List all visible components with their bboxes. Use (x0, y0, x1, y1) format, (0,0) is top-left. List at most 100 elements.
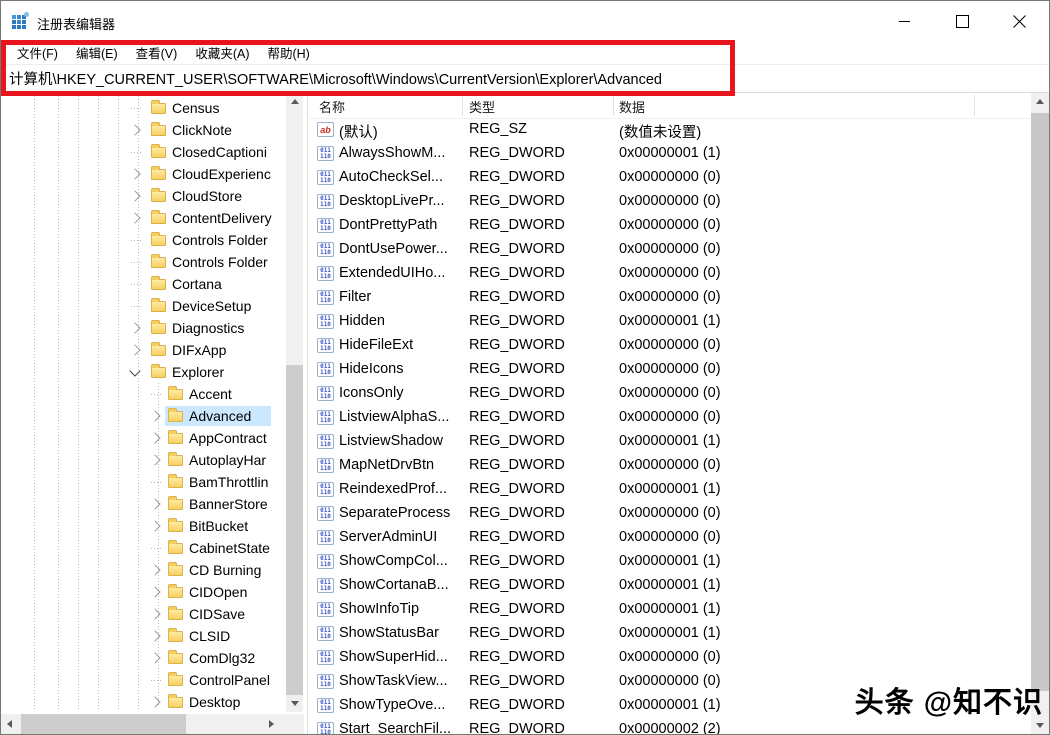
value-name[interactable]: ShowInfoTip (339, 601, 419, 617)
value-name[interactable]: ShowTaskView... (339, 673, 448, 689)
value-name[interactable]: ExtendedUIHo... (339, 265, 445, 281)
tree-item[interactable]: CloudStore (1, 185, 284, 207)
column-separator[interactable] (974, 95, 975, 116)
tree-item[interactable]: BamThrottlin (1, 471, 284, 493)
value-name[interactable]: HideFileExt (339, 337, 413, 353)
registry-value-row[interactable]: ServerAdminUI REG_DWORD 0x00000000 (0) (310, 526, 1031, 550)
tree-item[interactable]: CLSID (1, 625, 284, 647)
minimize-button[interactable] (881, 1, 927, 41)
registry-value-row[interactable]: DesktopLivePr... REG_DWORD 0x00000000 (0) (310, 190, 1031, 214)
expand-arrow-icon[interactable] (129, 190, 141, 202)
scroll-up-button[interactable] (286, 93, 303, 110)
tree-item-label[interactable]: CloudStore (172, 188, 242, 204)
tree-item[interactable]: Accent (1, 383, 284, 405)
tree-vertical-scrollbar[interactable] (286, 93, 303, 712)
registry-value-row[interactable]: ExtendedUIHo... REG_DWORD 0x00000000 (0) (310, 262, 1031, 286)
scroll-right-button[interactable] (263, 715, 280, 732)
registry-value-row[interactable]: DontUsePower... REG_DWORD 0x00000000 (0) (310, 238, 1031, 262)
menu-edit[interactable]: 编辑(E) (67, 43, 127, 62)
tree-item-label[interactable]: CIDSave (189, 606, 245, 622)
value-name[interactable]: DontUsePower... (339, 241, 448, 257)
value-name[interactable]: SeparateProcess (339, 505, 450, 521)
tree-item[interactable]: Cortana (1, 273, 284, 295)
tree-hscrollbar-thumb[interactable] (21, 714, 186, 734)
value-name[interactable]: ListviewAlphaS... (339, 409, 449, 425)
expand-arrow-icon[interactable] (149, 498, 161, 510)
tree-item-label[interactable]: Explorer (172, 364, 224, 380)
panel-divider[interactable] (307, 93, 308, 734)
tree-item-label[interactable]: Census (172, 100, 219, 116)
tree-item[interactable]: DeviceSetup (1, 295, 284, 317)
value-name[interactable]: Filter (339, 289, 371, 305)
tree-item-label[interactable]: BannerStore (189, 496, 268, 512)
tree-item[interactable]: CIDSave (1, 603, 284, 625)
tree-item-label[interactable]: Controls Folder (172, 232, 268, 248)
expand-arrow-icon[interactable] (149, 630, 161, 642)
column-separator[interactable] (613, 95, 614, 116)
registry-value-row[interactable]: ShowSuperHid... REG_DWORD 0x00000000 (0) (310, 646, 1031, 670)
address-bar[interactable]: 计算机\HKEY_CURRENT_USER\SOFTWARE\Microsoft… (1, 64, 1049, 93)
tree-item[interactable]: DIFxApp (1, 339, 284, 361)
registry-value-row[interactable]: ReindexedProf... REG_DWORD 0x00000001 (1) (310, 478, 1031, 502)
value-name[interactable]: DesktopLivePr... (339, 193, 445, 209)
tree-item[interactable]: CD Burning (1, 559, 284, 581)
expand-arrow-icon[interactable] (149, 696, 161, 708)
expand-arrow-icon[interactable] (129, 344, 141, 356)
tree-item[interactable]: Controls Folder (1, 229, 284, 251)
registry-value-row[interactable]: ShowCortanaB... REG_DWORD 0x00000001 (1) (310, 574, 1031, 598)
value-name[interactable]: ShowCortanaB... (339, 577, 449, 593)
close-button[interactable] (996, 1, 1042, 41)
tree-item[interactable]: ControlPanel (1, 669, 284, 691)
tree-scrollbar-thumb[interactable] (286, 365, 303, 695)
tree-item-label[interactable]: BitBucket (189, 518, 248, 534)
expand-arrow-icon[interactable] (129, 212, 141, 224)
expand-arrow-icon[interactable] (149, 454, 161, 466)
list-scrollbar-thumb[interactable] (1031, 113, 1049, 691)
registry-value-row[interactable]: ListviewShadow REG_DWORD 0x00000001 (1) (310, 430, 1031, 454)
tree-item-label[interactable]: CIDOpen (189, 584, 247, 600)
expand-arrow-icon[interactable] (149, 652, 161, 664)
tree-item-label[interactable]: Desktop (189, 694, 240, 710)
registry-value-row[interactable]: IconsOnly REG_DWORD 0x00000000 (0) (310, 382, 1031, 406)
menu-help[interactable]: 帮助(H) (258, 43, 318, 62)
registry-value-row[interactable]: SeparateProcess REG_DWORD 0x00000000 (0) (310, 502, 1031, 526)
tree-item-label[interactable]: ClosedCaptioni (172, 144, 267, 160)
menu-favorites[interactable]: 收藏夹(A) (186, 43, 258, 62)
value-name[interactable]: IconsOnly (339, 385, 403, 401)
tree-item[interactable]: AutoplayHar (1, 449, 284, 471)
tree-item-label[interactable]: CabinetState (189, 540, 270, 556)
registry-value-row[interactable]: ListviewAlphaS... REG_DWORD 0x00000000 (0) (310, 406, 1031, 430)
tree-item[interactable]: ClickNote (1, 119, 284, 141)
tree-item[interactable]: Advanced (1, 405, 284, 427)
value-name[interactable]: ShowStatusBar (339, 625, 439, 641)
value-name[interactable]: ShowSuperHid... (339, 649, 448, 665)
value-name[interactable]: ShowTypeOve... (339, 697, 445, 713)
expand-arrow-icon[interactable] (129, 124, 141, 136)
column-header-data[interactable]: 数据 (619, 97, 645, 116)
value-name[interactable]: Start_SearchFil... (339, 721, 451, 734)
tree-item-label[interactable]: BamThrottlin (189, 474, 268, 490)
expand-arrow-icon[interactable] (129, 168, 141, 180)
tree-item-label[interactable]: Accent (189, 386, 232, 402)
registry-value-row[interactable]: MapNetDrvBtn REG_DWORD 0x00000000 (0) (310, 454, 1031, 478)
tree-item[interactable]: ContentDelivery (1, 207, 284, 229)
tree-item-label[interactable]: Diagnostics (172, 320, 244, 336)
tree-item-label[interactable]: AppContract (189, 430, 267, 446)
tree-item[interactable]: Census (1, 97, 284, 119)
value-name[interactable]: ReindexedProf... (339, 481, 447, 497)
registry-value-row[interactable]: DontPrettyPath REG_DWORD 0x00000000 (0) (310, 214, 1031, 238)
value-name[interactable]: Hidden (339, 313, 385, 329)
tree-item-label[interactable]: ComDlg32 (189, 650, 255, 666)
registry-value-row[interactable]: Filter REG_DWORD 0x00000000 (0) (310, 286, 1031, 310)
tree-item-label[interactable]: Controls Folder (172, 254, 268, 270)
value-name[interactable]: AutoCheckSel... (339, 169, 443, 185)
list-vertical-scrollbar[interactable] (1031, 93, 1049, 734)
column-separator[interactable] (462, 95, 463, 116)
value-name[interactable]: AlwaysShowM... (339, 145, 445, 161)
registry-value-row[interactable]: AlwaysShowM... REG_DWORD 0x00000001 (1) (310, 142, 1031, 166)
expand-arrow-icon[interactable] (149, 608, 161, 620)
tree-item-label[interactable]: ContentDelivery (172, 210, 272, 226)
value-name[interactable]: DontPrettyPath (339, 217, 437, 233)
tree-item[interactable]: CIDOpen (1, 581, 284, 603)
tree-item-label[interactable]: CloudExperienc (172, 166, 271, 182)
